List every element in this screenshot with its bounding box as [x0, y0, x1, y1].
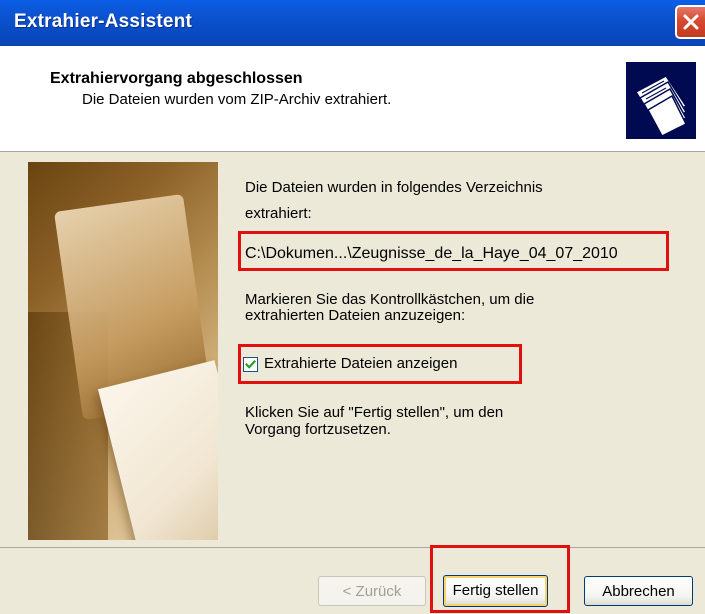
window-title: Extrahier-Assistent: [14, 11, 193, 32]
folders-icon: [626, 62, 696, 139]
wizard-header: Extrahiervorgang abgeschlossen Die Datei…: [0, 46, 705, 152]
wizard-side-image: [28, 162, 218, 540]
highlight-box-finish: [430, 545, 570, 613]
close-icon: [683, 14, 699, 30]
highlight-box-path: [238, 231, 669, 271]
intro-text-line1: Die Dateien wurden in folgendes Verzeich…: [245, 179, 543, 196]
title-bar: Extrahier-Assistent: [0, 0, 705, 46]
finish-instruction-line2: Vorgang fortzusetzen.: [245, 421, 391, 438]
close-button[interactable]: [675, 5, 705, 39]
highlight-box-checkbox: [238, 344, 522, 384]
back-button[interactable]: < Zurück: [318, 576, 426, 606]
header-subtitle: Die Dateien wurden vom ZIP-Archiv extrah…: [82, 91, 392, 108]
header-title: Extrahiervorgang abgeschlossen: [50, 70, 303, 87]
cancel-button[interactable]: Abbrechen: [584, 576, 693, 606]
intro-text-line2: extrahiert:: [245, 205, 312, 222]
checkbox-instruction-line2: extrahierten Dateien anzuzeigen:: [245, 307, 466, 324]
